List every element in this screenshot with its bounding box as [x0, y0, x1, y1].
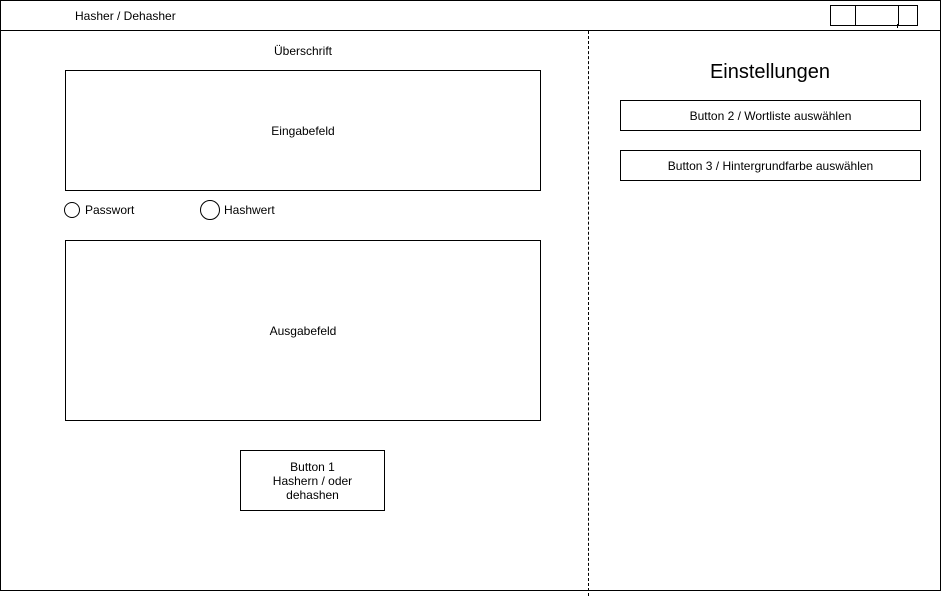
input-field-label: Eingabefeld	[271, 123, 335, 138]
radio-password[interactable]: Passwort	[64, 200, 134, 220]
select-wordlist-button[interactable]: Button 2 / Wortliste auswählen	[620, 100, 921, 131]
radio-hashvalue-circle[interactable]	[200, 200, 220, 220]
input-field[interactable]: Eingabefeld	[65, 70, 541, 191]
radio-password-label: Passwort	[85, 203, 135, 217]
window-controls	[830, 5, 918, 26]
radio-password-circle[interactable]	[64, 202, 80, 218]
select-background-color-button-label: Button 3 / Hintergrundfarbe auswählen	[667, 158, 874, 173]
hash-dehash-button-label: Button 1 Hashern / oder dehashen	[272, 459, 353, 502]
select-background-color-button[interactable]: Button 3 / Hintergrundfarbe auswählen	[620, 150, 921, 181]
radio-hashvalue[interactable]: Hashwert	[200, 200, 275, 220]
output-field[interactable]: Ausgabefeld	[65, 240, 541, 421]
radio-hashvalue-label: Hashwert	[224, 203, 275, 217]
maximize-button[interactable]	[856, 6, 899, 25]
panel-divider	[588, 31, 589, 596]
title-bar: Hasher / Dehasher	[1, 1, 940, 31]
close-button[interactable]	[899, 6, 917, 25]
control-tick	[897, 24, 898, 28]
app-title: Hasher / Dehasher	[75, 9, 176, 23]
minimize-button[interactable]	[831, 6, 856, 25]
output-field-label: Ausgabefeld	[269, 323, 337, 338]
settings-title: Einstellungen	[709, 61, 831, 83]
page-heading: Überschrift	[273, 44, 332, 58]
select-wordlist-button-label: Button 2 / Wortliste auswählen	[689, 108, 852, 123]
hash-dehash-button[interactable]: Button 1 Hashern / oder dehashen	[240, 450, 385, 511]
